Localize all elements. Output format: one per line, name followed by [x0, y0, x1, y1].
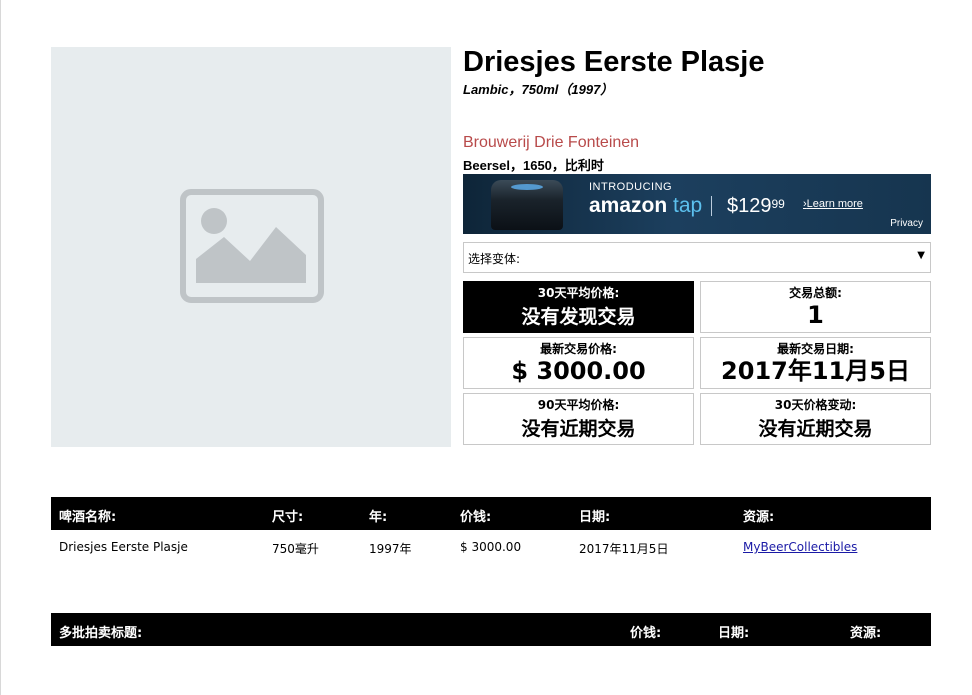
stat-value: 没有近期交易: [758, 418, 873, 440]
cell-beer-name: Driesjes Eerste Plasje: [59, 540, 188, 554]
sales-table-header: 啤酒名称: 尺寸: 年: 价钱: 日期: 资源:: [51, 497, 931, 530]
column-header-lot-title: 多批拍卖标题:: [59, 626, 143, 641]
ad-brand-tap: tap: [673, 194, 703, 217]
stat-label: 交易总额:: [789, 286, 842, 300]
column-header-lot-price: 价钱:: [630, 626, 662, 641]
beer-subtitle: Lambic，750ml（1997）: [463, 82, 614, 97]
column-header-source: 资源:: [743, 510, 775, 525]
table-row: Driesjes Eerste Plasje 750毫升 1997年 $ 300…: [51, 531, 931, 563]
chevron-down-icon: ▼: [917, 250, 925, 261]
column-header-date: 日期:: [579, 510, 611, 525]
stat-last-date: 最新交易日期: 2017年11月5日: [700, 337, 931, 389]
cell-date: 2017年11月5日: [579, 542, 669, 556]
variant-select-label: 选择变体:: [468, 252, 521, 266]
echo-device-icon: [491, 180, 563, 230]
page-left-border: [0, 0, 1, 695]
stat-label: 30天平均价格:: [537, 286, 620, 300]
ad-price: $12999: [727, 195, 785, 218]
beer-title: Driesjes Eerste Plasje: [463, 46, 765, 78]
ad-separator: [711, 196, 712, 216]
beer-image-placeholder: [51, 47, 451, 447]
column-header-beer-name: 啤酒名称:: [59, 510, 117, 525]
ad-brand-amazon: amazon: [589, 194, 668, 217]
cell-price: $ 3000.00: [460, 540, 522, 554]
brewery-location: Beersel，1650，比利时: [463, 158, 604, 173]
cell-year: 1997年: [369, 542, 412, 556]
column-header-lot-date: 日期:: [718, 626, 750, 641]
stat-last-price: 最新交易价格: $ 3000.00: [463, 337, 694, 389]
variant-select[interactable]: 选择变体: ▼: [463, 242, 931, 273]
ad-price-cents: 99: [771, 197, 785, 211]
stat-value: 没有发现交易: [521, 306, 636, 328]
column-header-size: 尺寸:: [272, 510, 304, 525]
image-placeholder-icon: [180, 189, 324, 303]
stat-avg-30-day: 30天平均价格: 没有发现交易: [463, 281, 694, 333]
column-header-year: 年:: [369, 510, 388, 525]
stat-total-trades: 交易总额: 1: [700, 281, 931, 333]
ad-learn-more-link[interactable]: ›Learn more: [803, 198, 863, 210]
stat-change-30-day: 30天价格变动: 没有近期交易: [700, 393, 931, 445]
stat-value: $ 3000.00: [511, 357, 646, 385]
ad-learn-more-label[interactable]: Learn more: [807, 198, 863, 210]
stat-label: 最新交易日期:: [777, 342, 854, 356]
column-header-lot-source: 资源:: [850, 626, 882, 641]
ad-privacy-link[interactable]: Privacy: [890, 218, 923, 229]
column-header-price: 价钱:: [460, 510, 492, 525]
stat-label: 最新交易价格:: [540, 342, 617, 356]
brewery-name[interactable]: Brouwerij Drie Fonteinen: [463, 134, 931, 152]
lot-auction-table-header: 多批拍卖标题: 价钱: 日期: 资源:: [51, 613, 931, 646]
ad-intro-text: INTRODUCING: [589, 181, 673, 193]
source-link[interactable]: MyBeerCollectibles: [743, 540, 857, 554]
amazon-tap-ad-banner[interactable]: INTRODUCING amazon tap $12999 ›Learn mor…: [463, 174, 931, 234]
cell-size: 750毫升: [272, 542, 319, 556]
beer-info: Driesjes Eerste Plasje Lambic，750ml（1997…: [463, 47, 931, 174]
stat-value: 2017年11月5日: [721, 357, 910, 385]
stat-label: 90天平均价格:: [537, 398, 620, 412]
stat-value: 1: [807, 301, 824, 329]
stat-value: 没有近期交易: [521, 418, 636, 440]
cell-source: MyBeerCollectibles: [743, 540, 857, 554]
ad-brand: amazon tap: [589, 194, 702, 218]
ad-price-main: $129: [727, 195, 772, 217]
stat-avg-90-day: 90天平均价格: 没有近期交易: [463, 393, 694, 445]
stat-label: 30天价格变动:: [774, 398, 857, 412]
